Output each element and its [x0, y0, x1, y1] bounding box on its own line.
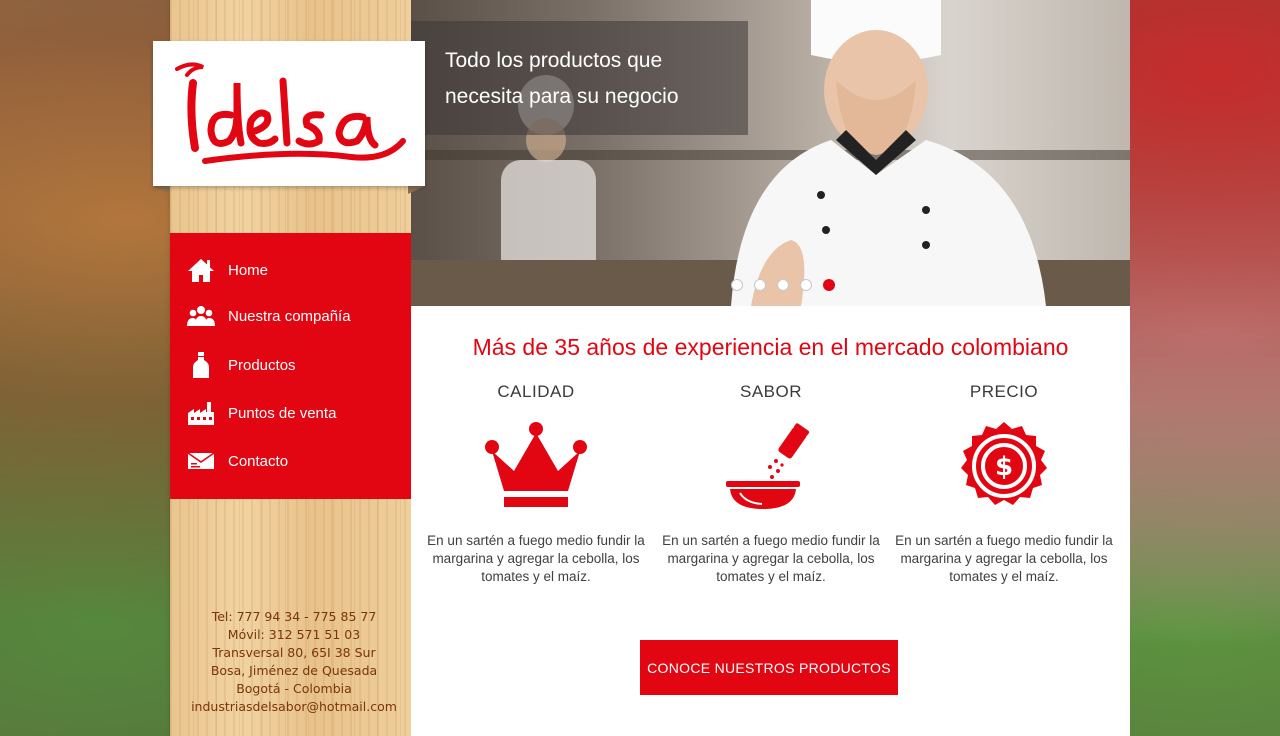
feature-title: SABOR — [739, 382, 803, 401]
slider-dot-4[interactable] — [800, 279, 812, 291]
main-content: Más de 35 años de experiencia en el merc… — [411, 306, 1130, 736]
slider-dot-5[interactable] — [823, 279, 835, 291]
feature-title: CALIDAD — [497, 382, 575, 401]
nav-item-contact[interactable]: Contacto — [170, 441, 411, 481]
slider-dot-3[interactable] — [777, 279, 789, 291]
mortar-salt-icon — [661, 420, 881, 512]
nav-item-label: Home — [228, 261, 269, 279]
feature-price: PRECIO $ En un sartén a fuego medio fund… — [894, 382, 1114, 586]
hero-caption-line-2: necesita para su negocio — [445, 85, 679, 108]
feature-text: En un sartén a fuego medio fundir la mar… — [895, 533, 1113, 584]
envelope-icon — [186, 446, 216, 476]
contact-phone: Tel: 777 94 34 - 775 85 77 — [211, 609, 377, 624]
nav-item-home[interactable]: Home — [170, 250, 411, 290]
contact-city: Bogotá - Colombia — [236, 681, 352, 696]
contact-email[interactable]: industriasdelsabor@hotmail.com — [176, 698, 412, 716]
contact-info: Tel: 777 94 34 - 775 85 77 Móvil: 312 57… — [176, 608, 412, 716]
nav-item-label: Contacto — [228, 452, 289, 470]
hero-slider: Todo los productos que necesita para su … — [411, 0, 1130, 306]
contact-address-line-2: Bosa, Jiménez de Quesada — [210, 663, 378, 678]
nav-item-products[interactable]: Productos — [170, 345, 411, 385]
slider-dot-1[interactable] — [731, 279, 743, 291]
logo-fold-left — [153, 186, 170, 194]
nav-item-points-of-sale[interactable]: Puntos de venta — [170, 393, 411, 433]
nav-item-company[interactable]: Nuestra compañía — [170, 296, 411, 336]
main-navigation: Home Nuestra compañía Productos Puntos d… — [170, 233, 411, 499]
nav-item-label: Puntos de venta — [228, 404, 337, 422]
home-icon — [186, 255, 216, 285]
people-icon — [186, 301, 216, 331]
feature-text: En un sartén a fuego medio fundir la mar… — [427, 533, 645, 584]
factory-icon — [186, 398, 216, 428]
contact-address-line-1: Transversal 80, 65I 38 Sur — [212, 645, 376, 660]
slider-dot-2[interactable] — [754, 279, 766, 291]
contact-mobile: Móvil: 312 571 51 03 — [227, 627, 361, 642]
price-badge-icon: $ — [894, 420, 1114, 512]
logo-fold-right — [408, 186, 425, 194]
nav-item-label: Productos — [228, 356, 296, 374]
page-background: Todo los productos que necesita para su … — [0, 0, 1280, 736]
bottle-icon — [186, 350, 216, 380]
feature-flavor: SABOR En un sartén a fuego medio fundir … — [661, 382, 881, 586]
feature-quality: CALIDAD En un sartén a fuego medio fundi… — [426, 382, 646, 586]
svg-text:$: $ — [995, 452, 1013, 482]
hero-caption: Todo los productos que necesita para su … — [411, 21, 748, 135]
products-cta-button[interactable]: CONOCE NUESTROS PRODUCTOS — [640, 640, 898, 695]
slider-dots — [731, 279, 835, 293]
idelsa-logo — [175, 62, 406, 164]
page-headline: Más de 35 años de experiencia en el merc… — [472, 334, 1069, 360]
feature-text: En un sartén a fuego medio fundir la mar… — [662, 533, 880, 584]
logo[interactable] — [153, 41, 425, 186]
hero-caption-line-1: Todo los productos que — [445, 49, 663, 72]
feature-title: PRECIO — [969, 382, 1039, 401]
nav-item-label: Nuestra compañía — [228, 307, 351, 325]
crown-icon — [426, 420, 646, 512]
hero-chef-image — [731, 0, 1046, 306]
